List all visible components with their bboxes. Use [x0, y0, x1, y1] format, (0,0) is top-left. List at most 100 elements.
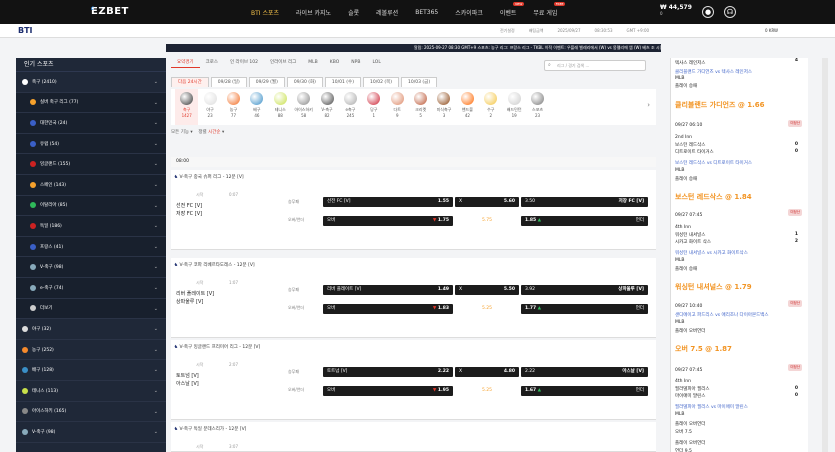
tab-1[interactable]: 크로스: [200, 58, 224, 68]
sidebar-item[interactable]: e-축구 (74) ⌄: [16, 277, 166, 299]
odd-away[interactable]: 2.22 아스날 [V]: [521, 367, 648, 377]
under-odd: 1.77: [525, 306, 537, 311]
odd-away[interactable]: 3.92 상파울루 [V]: [521, 285, 648, 295]
sidebar-item[interactable]: 축구 (2410) ⌄: [16, 72, 166, 93]
nav-item-7[interactable]: 무료 게임 FREE: [533, 1, 566, 17]
betslip-line: 플레이 승패: [675, 267, 698, 272]
sport-item[interactable]: 크리켓 5: [409, 89, 432, 125]
betslip-line[interactable]: 클리블랜드 가디언즈 vs 텍사스 레인저스: [675, 69, 752, 75]
sport-item[interactable]: 스포츠 23: [526, 89, 549, 125]
betslip-line[interactable]: 워싱턴 내셔널스 vs 시카고 화이트삭스: [675, 250, 748, 256]
date-tab-5[interactable]: 10/02 (목): [362, 77, 400, 87]
sidebar-item[interactable]: 테니스 (113) ⌄: [16, 381, 166, 402]
betslip-line[interactable]: 보스턴 레드삭스 vs 디트로이트 타이거스: [675, 160, 752, 166]
tab-2[interactable]: 인 라이브 102: [224, 58, 264, 68]
betslip-line[interactable]: 필라델피아 필리스 vs 마이애미 말린스: [675, 404, 748, 410]
league-name[interactable]: ♞ V-축구 독일 분데스리가 - 12분 [V]: [174, 426, 246, 432]
league-name[interactable]: ♞ V-축구 코파 리베르타도레스 - 12분 [V]: [174, 262, 255, 268]
chevron-right-icon[interactable]: ›: [647, 101, 650, 109]
date-tab-1[interactable]: 09/28 (일): [210, 77, 247, 87]
sidebar-item[interactable]: 대한민국 (24) ⌄: [16, 113, 166, 134]
sport-item[interactable]: 야구 23: [198, 89, 221, 125]
date-tab-2[interactable]: 09/29 (월): [248, 77, 285, 87]
odd-over[interactable]: 오버 ▼ 1.75: [323, 216, 453, 226]
sidebar-item[interactable]: V-축구 (98) ⌄: [16, 422, 166, 443]
sport-item[interactable]: 농구 77: [222, 89, 245, 125]
betslip-line: 언더 9.5: [675, 449, 692, 452]
sidebar-item[interactable]: 더보기 ⌄: [16, 298, 166, 320]
betslip-line: 워싱턴 내셔널스: [675, 233, 706, 238]
sort-select[interactable]: 시간순: [208, 130, 220, 135]
match-card: ♞ V-축구 중국 슈퍼 리그 - 12분 [V] 시작 0:07 선전 FC [V]…: [171, 170, 656, 250]
odd-over[interactable]: 오버 ▼ 1.95: [323, 386, 453, 396]
sport-item[interactable]: 수구 2: [479, 89, 502, 125]
ezbet-logo[interactable]: Ⅽ EZBET: [91, 6, 129, 17]
sport-item[interactable]: V-축구 82: [315, 89, 338, 125]
odd-draw[interactable]: X 4.80: [455, 367, 519, 377]
sidebar-item[interactable]: 유럽 (54) ⌄: [16, 133, 166, 155]
search-input[interactable]: ⌕ 리그 / 경기 검색 ...: [544, 60, 646, 71]
sport-item[interactable]: 미식축구 3: [432, 89, 455, 125]
odd-under[interactable]: 1.85 ▲ 언더: [521, 216, 648, 226]
betslip-line[interactable]: 샌디에이고 파드리스 vs 애리조나 다이아몬드백스: [675, 312, 769, 318]
date-tab-4[interactable]: 10/01 (수): [324, 77, 361, 87]
sport-item[interactable]: 배구 46: [245, 89, 268, 125]
odd-home[interactable]: 리버 플레이트 [V] 1.49: [323, 285, 453, 295]
sidebar-item[interactable]: 프랑스 (41) ⌄: [16, 236, 166, 258]
sidebar-item[interactable]: 아이스하키 (165) ⌄: [16, 402, 166, 423]
sport-item[interactable]: e축구 245: [339, 89, 362, 125]
odd-over[interactable]: 오버 ▼ 1.83: [323, 304, 453, 314]
sport-item[interactable]: 핸드볼 42: [456, 89, 479, 125]
tab-0[interactable]: 요약경기: [171, 58, 200, 68]
sport-item[interactable]: 축구 1427: [175, 89, 199, 125]
odd-draw[interactable]: X 5.60: [455, 197, 519, 207]
sidebar-item[interactable]: 실버 축구 리그 (77) ⌄: [16, 92, 166, 114]
date-tab-6[interactable]: 10/03 (금): [401, 77, 438, 87]
nav-item-5[interactable]: 스카이파크: [455, 8, 483, 17]
sidebar-item[interactable]: 배구 (128) ⌄: [16, 360, 166, 381]
nav-item-2[interactable]: 슬롯: [348, 8, 359, 17]
odd-under[interactable]: 1.77 ▲ 언더: [521, 304, 648, 314]
tab-6[interactable]: NPB: [345, 58, 366, 68]
nav-item-4[interactable]: BET365: [415, 9, 438, 16]
odd-home[interactable]: 토트넘 [V] 2.22: [323, 367, 453, 377]
under-value: 1.77 ▲: [525, 304, 541, 314]
balance-display[interactable]: ₩ 44,579 0: [660, 5, 692, 17]
odd-under[interactable]: 1.67 ▲ 언더: [521, 386, 648, 396]
league-name[interactable]: ♞ V-축구 중국 슈퍼 리그 - 12분 [V]: [174, 174, 244, 180]
sidebar-item[interactable]: 독일 (186) ⌄: [16, 216, 166, 237]
filter-all[interactable]: 모든 기능: [171, 130, 189, 135]
odd-home[interactable]: 선전 FC [V] 1.55: [323, 197, 453, 207]
sport-ball-icon: [343, 92, 357, 105]
sidebar-item[interactable]: 잉글랜드 (155) ⌄: [16, 154, 166, 175]
league-name[interactable]: ♞ V-축구 잉글랜드 프리미어 리그 - 12분 [V]: [174, 344, 260, 350]
sport-item[interactable]: 배드민턴 19: [502, 89, 525, 125]
scrollbar[interactable]: [822, 58, 828, 452]
user-icon[interactable]: ●: [702, 6, 714, 18]
date-tab-0[interactable]: 다음 24시간: [171, 77, 209, 87]
sidebar-item[interactable]: 농구 (252) ⌄: [16, 340, 166, 361]
sidebar-item[interactable]: 야구 (32) ⌄: [16, 319, 166, 340]
odd-draw[interactable]: X 5.50: [455, 285, 519, 295]
sidebar-item[interactable]: 이탈리아 (85) ⌄: [16, 195, 166, 217]
sport-item[interactable]: 당구 1: [362, 89, 385, 125]
over-value: ▼ 1.75: [433, 216, 449, 226]
sport-item[interactable]: 테니스 88: [269, 89, 292, 125]
match-card: ♞ V-축구 독일 분데스리가 - 12분 [V] 시작 3:07: [171, 422, 656, 452]
sidebar-item[interactable]: 스페인 (143) ⌄: [16, 174, 166, 196]
nav-item-3[interactable]: 레볼루션: [376, 8, 398, 17]
tab-4[interactable]: MLB: [302, 58, 323, 68]
sport-item[interactable]: 아이스하키 58: [292, 89, 315, 125]
headset-icon[interactable]: ☊: [724, 6, 736, 18]
sport-item[interactable]: 다트 9: [386, 89, 409, 125]
tab-5[interactable]: KBO: [324, 58, 346, 68]
nav-item-0[interactable]: BTI 스포츠: [251, 8, 279, 17]
sidebar-item[interactable]: V-축구 (98) ⌄: [16, 257, 166, 278]
betslip-line: 플레이 승패: [675, 177, 698, 182]
date-tab-3[interactable]: 09/30 (화): [286, 77, 323, 87]
odd-away[interactable]: 3.50 저장 FC [V]: [521, 197, 648, 207]
nav-item-1[interactable]: 라이브 카지노: [296, 8, 331, 17]
tab-7[interactable]: LOL: [366, 58, 386, 68]
tab-3[interactable]: 인라이브 리그: [264, 58, 302, 68]
nav-item-6[interactable]: 이벤트 NEW: [500, 1, 525, 17]
